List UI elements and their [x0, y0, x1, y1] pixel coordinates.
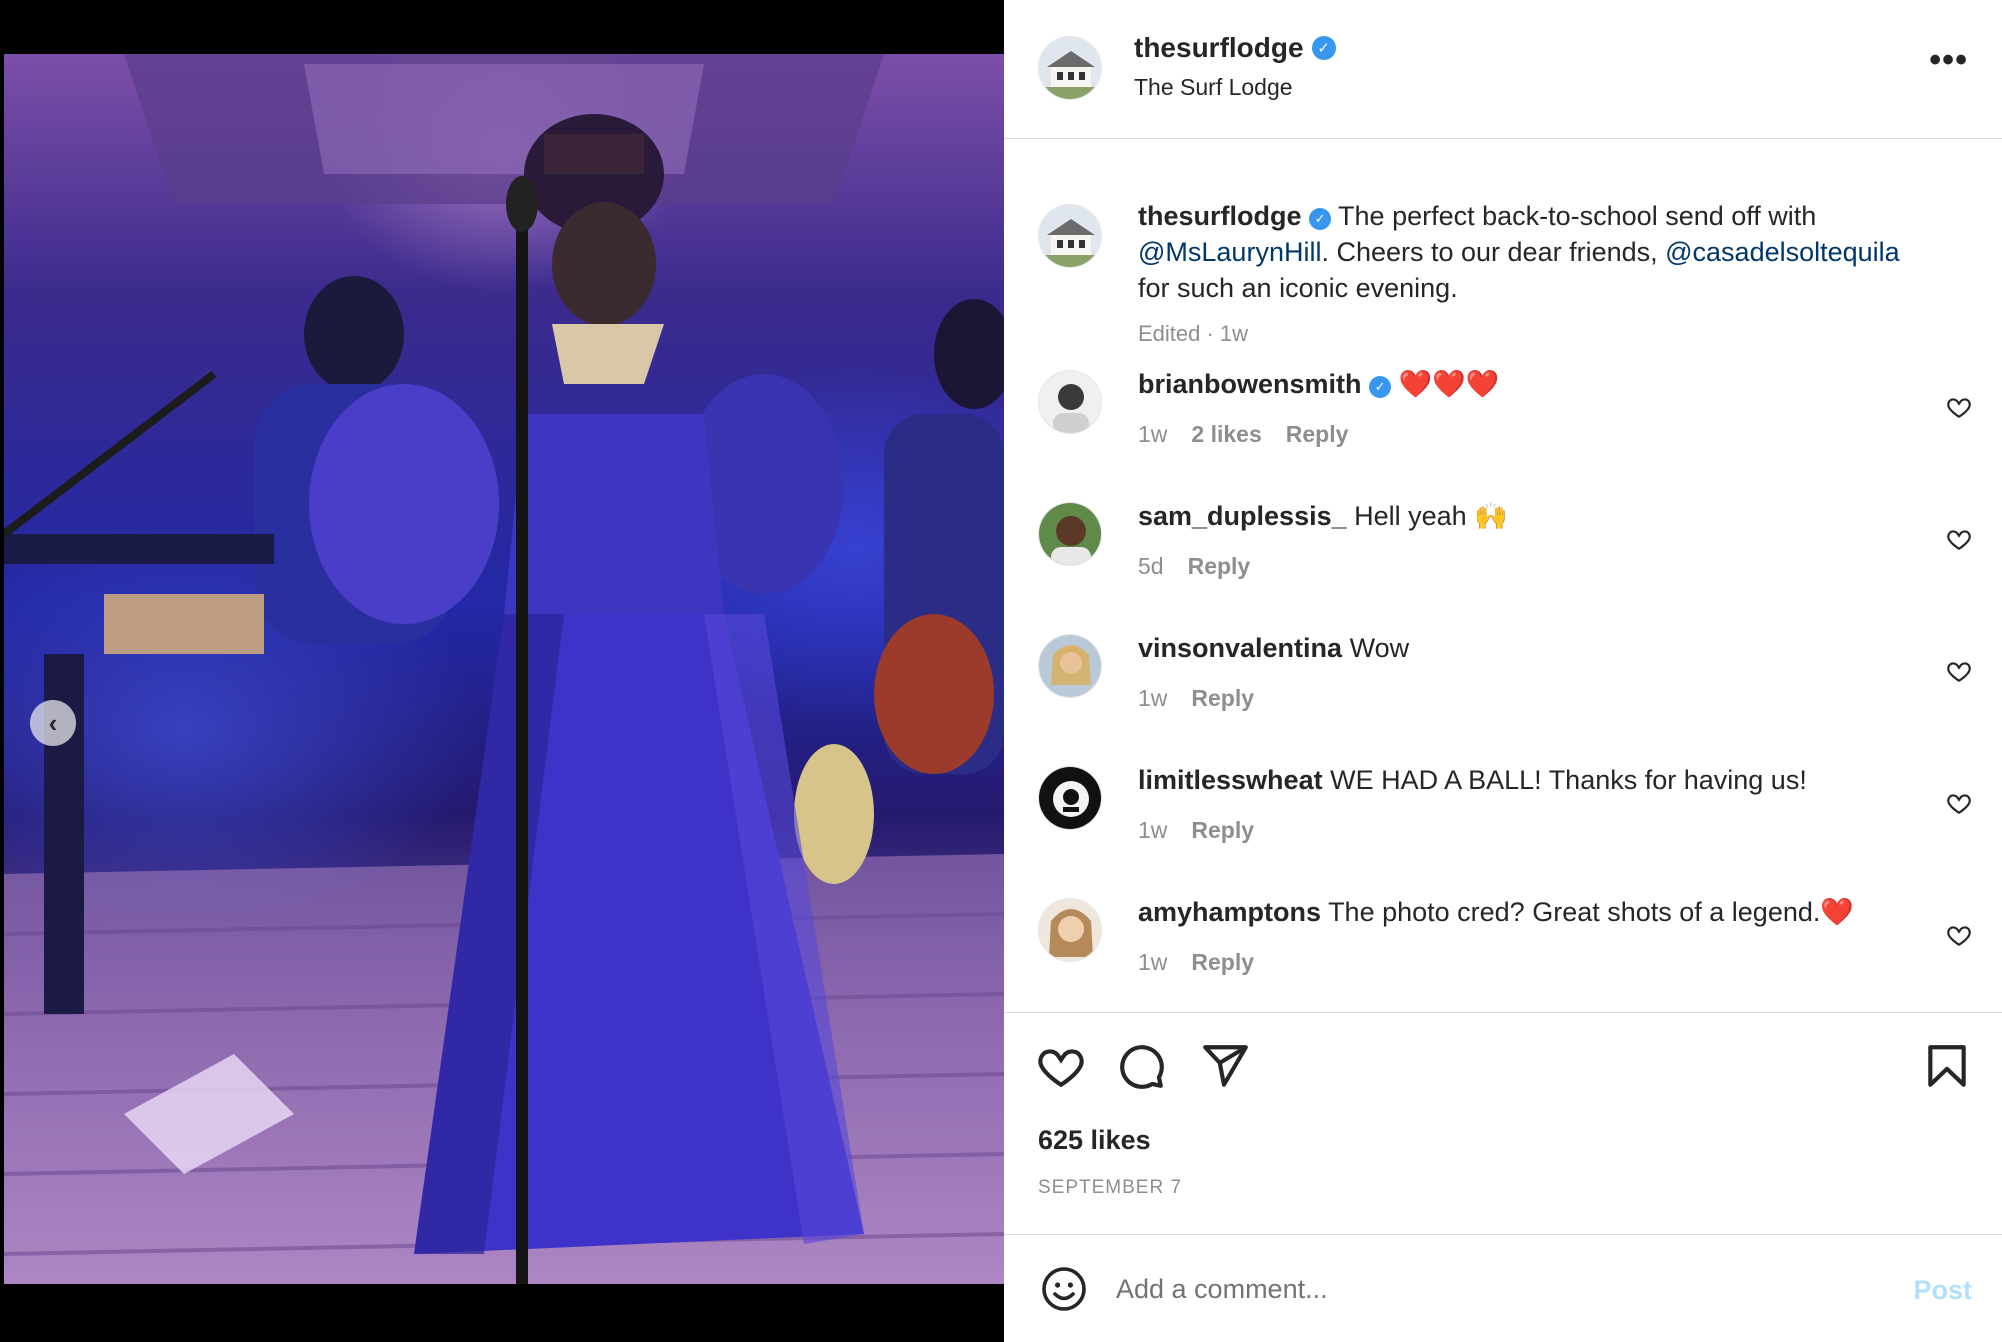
author-username[interactable]: thesurflodge — [1134, 32, 1304, 64]
carousel-prev-button[interactable]: ‹ — [30, 700, 76, 746]
heart-icon[interactable] — [1946, 658, 1972, 684]
avatar[interactable] — [1038, 502, 1102, 566]
chevron-left-icon: ‹ — [48, 707, 58, 738]
comment-time[interactable]: 1w — [1138, 944, 1167, 980]
reply-button[interactable]: Reply — [1191, 680, 1254, 716]
comment-meta: 1w Reply — [1138, 944, 1898, 980]
comment-text: WE HAD A BALL! Thanks for having us! — [1330, 765, 1807, 795]
comment-time[interactable]: 5d — [1138, 548, 1164, 584]
lodge-avatar-image — [1039, 37, 1101, 99]
post-location[interactable]: The Surf Lodge — [1134, 74, 1293, 101]
comment-icon[interactable] — [1116, 1041, 1166, 1091]
bookmark-icon[interactable] — [1922, 1041, 1972, 1091]
comment-body: vinsonvalentina Wow 1w Reply — [1138, 630, 1898, 716]
heart-icon[interactable] — [1946, 526, 1972, 552]
comment-username[interactable]: vinsonvalentina — [1138, 633, 1342, 663]
avatar[interactable] — [1038, 36, 1102, 100]
comment-body: brianbowensmith ✓ ❤️❤️❤️ 1w 2 likes Repl… — [1138, 366, 1898, 452]
comment-input[interactable] — [1116, 1265, 1876, 1313]
verified-badge-icon: ✓ — [1311, 36, 1336, 60]
mention-link[interactable]: @casadelsoltequila — [1665, 237, 1900, 267]
avatar[interactable] — [1038, 634, 1102, 698]
comment-item: sam_duplessis_ Hell yeah 🙌 5d Reply — [1004, 498, 2002, 628]
like-count[interactable]: 625 likes — [1038, 1125, 1151, 1156]
reply-button[interactable]: Reply — [1188, 548, 1251, 584]
avatar[interactable] — [1038, 204, 1102, 268]
comment-time[interactable]: 1w — [1138, 416, 1167, 452]
comment-time[interactable]: 1w — [1138, 812, 1167, 848]
avatar[interactable] — [1038, 766, 1102, 830]
caption-text-part: . Cheers to our dear friends, — [1321, 237, 1666, 267]
heart-icon[interactable] — [1036, 1041, 1086, 1091]
comment-item: vinsonvalentina Wow 1w Reply — [1004, 630, 2002, 760]
emoji-icon[interactable] — [1040, 1265, 1088, 1313]
comment-text: Wow — [1349, 633, 1410, 663]
post-media: ‹ — [0, 0, 1004, 1342]
heart-icon[interactable] — [1946, 790, 1972, 816]
verified-badge-icon: ✓ — [1369, 376, 1392, 398]
comment-meta: 1w Reply — [1138, 680, 1898, 716]
post-header: thesurflodge ✓ The Surf Lodge ••• — [1004, 0, 2002, 139]
comments-list[interactable]: thesurflodge ✓ The perfect back-to-schoo… — [1004, 140, 2002, 1012]
avatar[interactable] — [1038, 370, 1102, 434]
comment-item: limitlesswheat WE HAD A BALL! Thanks for… — [1004, 762, 2002, 892]
comment-body: limitlesswheat WE HAD A BALL! Thanks for… — [1138, 762, 1898, 848]
reply-button[interactable]: Reply — [1191, 812, 1254, 848]
caption-username[interactable]: thesurflodge — [1138, 201, 1302, 231]
caption-text-part: The perfect back-to-school send off with — [1331, 201, 1817, 231]
comment-username[interactable]: amyhamptons — [1138, 897, 1321, 927]
comment-username[interactable]: brianbowensmith — [1138, 369, 1362, 399]
heart-icon[interactable] — [1946, 922, 1972, 948]
comment-meta: 1w 2 likes Reply — [1138, 416, 1898, 452]
verified-badge-icon: ✓ — [1309, 208, 1332, 230]
author-username-row: thesurflodge ✓ — [1134, 32, 1336, 64]
mention-link[interactable]: @MsLaurynHill — [1138, 237, 1321, 267]
comment-item: amyhamptons The photo cred? Great shots … — [1004, 894, 2002, 1012]
user-avatar-image — [1039, 503, 1101, 565]
concert-photo-illustration — [4, 54, 1004, 1284]
post-date[interactable]: SEPTEMBER 7 — [1038, 1177, 1182, 1199]
user-avatar-image — [1039, 635, 1101, 697]
comment-username[interactable]: limitlesswheat — [1138, 765, 1323, 795]
comment-likes[interactable]: 2 likes — [1191, 416, 1261, 452]
caption-text-part: for such an iconic evening. — [1138, 273, 1458, 303]
comment-meta: 5d Reply — [1138, 548, 1898, 584]
reply-button[interactable]: Reply — [1191, 944, 1254, 980]
user-avatar-image — [1039, 767, 1101, 829]
comment-body: sam_duplessis_ Hell yeah 🙌 5d Reply — [1138, 498, 1898, 584]
comment-composer: Post — [1004, 1234, 2002, 1342]
heart-icon[interactable] — [1946, 394, 1972, 420]
comment-body: amyhamptons The photo cred? Great shots … — [1138, 894, 1898, 980]
user-avatar-image — [1039, 371, 1101, 433]
comment-username[interactable]: sam_duplessis_ — [1138, 501, 1347, 531]
comment-item: brianbowensmith ✓ ❤️❤️❤️ 1w 2 likes Repl… — [1004, 366, 2002, 496]
comment-meta: 1w Reply — [1138, 812, 1898, 848]
post-photo[interactable]: ‹ — [4, 54, 1004, 1284]
post-side-panel: thesurflodge ✓ The Surf Lodge ••• thesur… — [1004, 0, 2002, 1342]
more-options-button[interactable]: ••• — [1929, 43, 1968, 77]
caption-meta: Edited · 1w — [1138, 321, 1249, 346]
comment-text: Hell yeah 🙌 — [1354, 501, 1508, 531]
reply-button[interactable]: Reply — [1286, 416, 1349, 452]
post-actions: 625 likes SEPTEMBER 7 — [1004, 1012, 2002, 1234]
caption-text: thesurflodge ✓ The perfect back-to-schoo… — [1138, 198, 1928, 352]
comment-time[interactable]: 1w — [1138, 680, 1167, 716]
post-comment-button[interactable]: Post — [1913, 1275, 1972, 1306]
comment-text: ❤️❤️❤️ — [1398, 369, 1500, 399]
more-icon: ••• — [1929, 41, 1968, 79]
share-icon[interactable] — [1200, 1041, 1250, 1091]
avatar[interactable] — [1038, 898, 1102, 962]
lodge-avatar-image — [1039, 205, 1101, 267]
user-avatar-image — [1039, 899, 1101, 961]
comment-text: The photo cred? Great shots of a legend.… — [1328, 897, 1854, 927]
